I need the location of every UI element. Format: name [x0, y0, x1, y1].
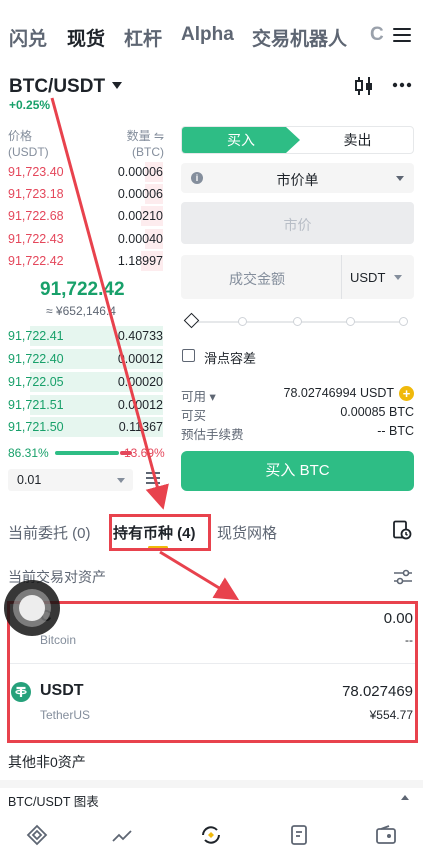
tab-spot-grid[interactable]: 现货网格 — [217, 522, 277, 543]
slider-mark-50[interactable] — [293, 317, 302, 326]
buy-ratio: 86.31% — [8, 446, 49, 460]
order-type-select[interactable]: i 市价单 — [181, 163, 414, 193]
menu-icon[interactable] — [393, 27, 411, 43]
tab-swap[interactable]: 闪兑 — [9, 24, 47, 51]
tab-more[interactable]: C — [370, 24, 384, 46]
chevron-down-icon — [394, 275, 402, 280]
floating-assistive-button[interactable] — [4, 580, 60, 636]
last-price: 91,722.42 — [40, 279, 125, 300]
annotation-highlight-assets — [7, 601, 418, 743]
amount-input[interactable]: 成交金额 USDT — [181, 255, 414, 299]
price-change: +0.25% — [9, 98, 51, 112]
slider-thumb[interactable] — [183, 312, 200, 329]
tab-margin[interactable]: 杠杆 — [124, 24, 162, 51]
fee-row: 预估手续费 -- BTC — [181, 424, 414, 442]
slider-mark-75[interactable] — [346, 317, 355, 326]
bid-row[interactable]: 91,722.40 0.00012 — [0, 348, 170, 370]
can-buy-row: 可买 0.00085 BTC — [181, 405, 414, 423]
tab-trading-bots[interactable]: 交易机器人 — [252, 24, 347, 51]
buy-ratio-bar — [55, 451, 119, 455]
precision-select[interactable]: 0.01 — [8, 469, 133, 491]
quantity-header[interactable]: 数量 ⇋ (BTC) — [122, 128, 164, 160]
home-icon[interactable] — [25, 823, 49, 847]
order-history-icon[interactable] — [392, 520, 412, 540]
chevron-down-icon[interactable] — [112, 82, 122, 89]
buy-btc-button[interactable]: 买入 BTC — [181, 451, 414, 491]
chevron-up-icon[interactable] — [401, 795, 409, 800]
slippage-label[interactable]: 滑点容差 — [204, 348, 256, 367]
pair-selector[interactable]: BTC/USDT — [9, 76, 105, 98]
sell-tab[interactable]: 卖出 — [300, 127, 413, 153]
section-separator — [0, 780, 423, 788]
markets-icon[interactable] — [110, 823, 134, 847]
trade-icon[interactable] — [199, 823, 223, 847]
ask-row[interactable]: 91,722.42 1.18997 — [0, 250, 170, 272]
amount-unit-select[interactable]: USDT — [350, 270, 385, 285]
slider-mark-25[interactable] — [238, 317, 247, 326]
tab-alpha[interactable]: Alpha — [181, 24, 234, 46]
bid-row[interactable]: 91,721.50 0.11367 — [0, 416, 170, 438]
tab-spot[interactable]: 现货 — [67, 24, 105, 51]
side-toggle: 买入 卖出 — [181, 126, 414, 154]
sell-ratio: 13.69% — [124, 446, 165, 460]
slider-mark-100[interactable] — [399, 317, 408, 326]
price-input[interactable]: 市价 — [181, 202, 414, 244]
chevron-down-icon — [117, 478, 125, 483]
tab-open-orders[interactable]: 当前委托 (0) — [8, 522, 91, 543]
more-icon[interactable] — [392, 78, 412, 92]
last-price-cny: ≈ ¥652,146.4 — [46, 304, 116, 318]
ask-row[interactable]: 91,723.40 0.00006 — [0, 161, 170, 183]
add-funds-icon[interactable]: + — [399, 386, 414, 401]
chevron-down-icon — [396, 176, 404, 181]
futures-icon[interactable] — [287, 823, 311, 847]
bid-row[interactable]: 91,721.51 0.00012 — [0, 394, 170, 416]
ask-row[interactable]: 91,722.43 0.00040 — [0, 228, 170, 250]
available-row: 可用 ▾ 78.02746994 USDT + — [181, 386, 414, 404]
slippage-checkbox[interactable] — [182, 349, 195, 362]
price-header: 价格 (USDT) — [8, 129, 49, 159]
annotation-highlight-holdings-tab — [109, 514, 211, 551]
chart-bar-label[interactable]: BTC/USDT 图表 — [8, 791, 99, 810]
bid-row[interactable]: 91,722.41 0.40733 — [0, 325, 170, 347]
candlestick-icon[interactable] — [353, 76, 375, 96]
buy-tab[interactable]: 买入 — [182, 127, 300, 153]
book-layout-icon[interactable] — [144, 471, 162, 487]
ask-row[interactable]: 91,723.18 0.00006 — [0, 183, 170, 205]
filter-icon[interactable] — [393, 569, 413, 585]
other-assets-label: 其他非0资产 — [8, 754, 86, 770]
wallet-icon[interactable] — [374, 823, 398, 847]
bid-row[interactable]: 91,722.05 0.00020 — [0, 371, 170, 393]
ask-row[interactable]: 91,722.68 0.00210 — [0, 205, 170, 227]
